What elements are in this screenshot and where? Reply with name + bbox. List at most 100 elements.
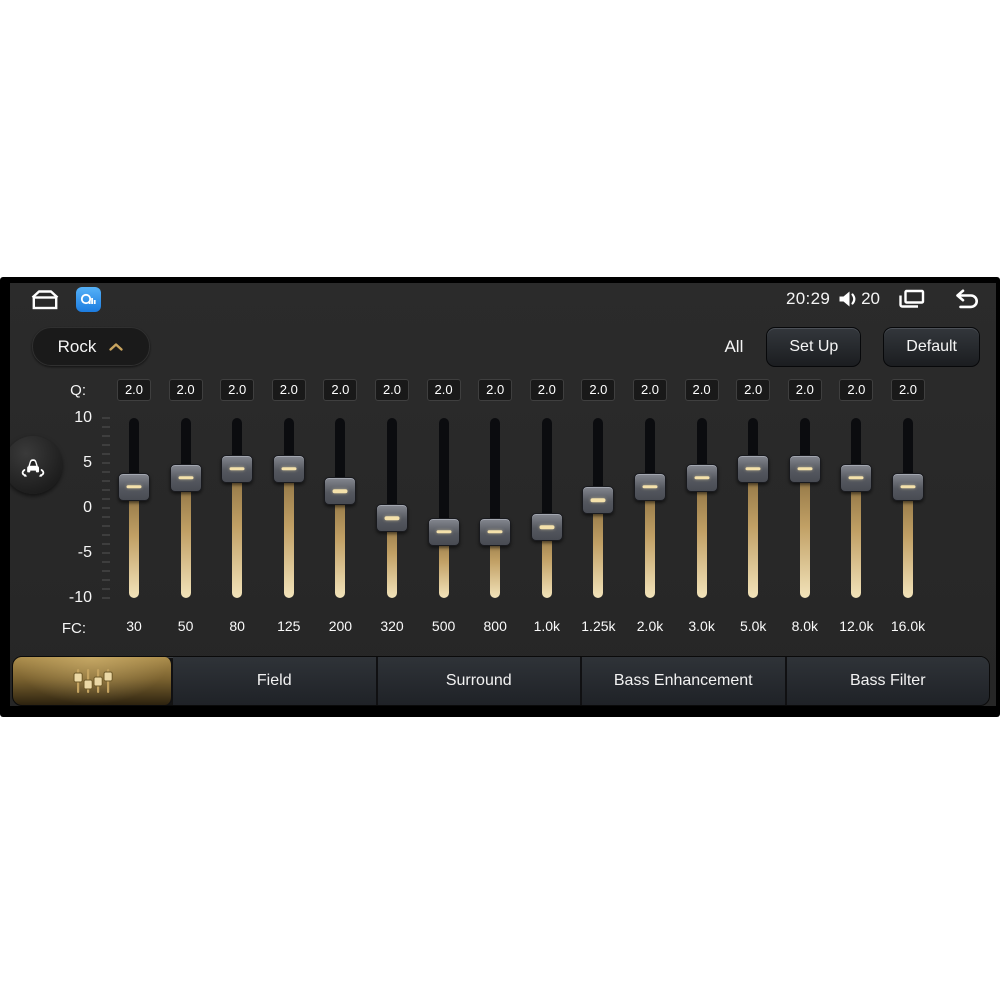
frequency-label: 3.0k <box>688 618 715 634</box>
slider-thumb-line <box>642 484 658 489</box>
eq-gain-slider[interactable] <box>108 418 160 598</box>
slider-thumb[interactable] <box>788 454 821 483</box>
eq-gain-slider[interactable] <box>830 418 882 598</box>
slider-thumb-line <box>126 484 142 489</box>
slider-thumb[interactable] <box>479 517 512 546</box>
slider-track-fill <box>283 467 294 598</box>
eq-gain-slider[interactable] <box>211 418 263 598</box>
q-value[interactable]: 2.0 <box>787 379 822 401</box>
frequency-label: 500 <box>431 618 456 634</box>
eq-gain-slider[interactable] <box>779 418 831 598</box>
slider-thumb-line <box>178 475 194 480</box>
slider-thumb-line <box>436 529 452 534</box>
eq-gain-slider[interactable] <box>521 418 573 598</box>
eq-band: 2.0 800 <box>469 379 521 641</box>
frequency-label: 16.0k <box>890 618 926 634</box>
slider-thumb[interactable] <box>582 486 615 514</box>
eq-gain-slider[interactable] <box>882 418 934 598</box>
slider-thumb[interactable] <box>376 504 408 532</box>
q-value[interactable]: 2.0 <box>168 379 203 401</box>
slider-thumb[interactable] <box>324 477 357 505</box>
eq-gain-slider[interactable] <box>624 418 676 598</box>
eq-band: 2.0 1.25k <box>572 379 624 641</box>
eq-gain-slider[interactable] <box>160 418 212 598</box>
slider-thumb[interactable] <box>272 454 305 483</box>
slider-track-fill <box>645 485 655 598</box>
eq-band: 2.0 5.0k <box>727 379 779 641</box>
q-value[interactable]: 2.0 <box>117 379 151 401</box>
slider-thumb-line <box>539 525 555 529</box>
frequency-label: 1.25k <box>581 618 616 634</box>
q-value[interactable]: 2.0 <box>529 379 564 401</box>
tab-equalizer[interactable] <box>13 657 173 705</box>
tab-field[interactable]: Field <box>173 657 378 705</box>
equalizer-app: 20:29 20 Rock All Set Up Default Q: FC: … <box>10 283 996 706</box>
eq-gain-slider[interactable] <box>469 418 521 598</box>
slider-track-fill <box>748 467 759 598</box>
q-value[interactable]: 2.0 <box>323 379 358 401</box>
eq-band: 2.0 3.0k <box>676 379 728 641</box>
slider-track-fill <box>903 485 913 598</box>
slider-thumb[interactable] <box>892 472 924 501</box>
q-value[interactable]: 2.0 <box>271 379 306 401</box>
slider-thumb[interactable] <box>634 472 666 501</box>
eq-gain-slider[interactable] <box>572 418 624 598</box>
slider-track-fill <box>799 467 810 598</box>
eq-band: 2.0 80 <box>211 379 263 641</box>
slider-thumb-line <box>797 466 813 471</box>
q-value[interactable]: 2.0 <box>736 379 771 401</box>
slider-thumb[interactable] <box>737 454 770 483</box>
eq-band: 2.0 30 <box>108 379 160 641</box>
eq-band: 2.0 200 <box>314 379 366 641</box>
tab-bass-enhancement[interactable]: Bass Enhancement <box>582 657 787 705</box>
q-value[interactable]: 2.0 <box>426 379 461 401</box>
slider-thumb-line <box>332 489 348 493</box>
eq-gain-slider[interactable] <box>263 418 315 598</box>
tab-bass-filter[interactable]: Bass Filter <box>786 657 989 705</box>
eq-gain-slider[interactable] <box>676 418 728 598</box>
slider-thumb[interactable] <box>221 454 254 483</box>
eq-gain-slider[interactable] <box>366 418 418 598</box>
slider-thumb-line <box>384 516 400 520</box>
q-value[interactable]: 2.0 <box>478 379 513 401</box>
frequency-label: 320 <box>380 618 404 634</box>
q-value[interactable]: 2.0 <box>684 379 719 401</box>
eq-gain-slider[interactable] <box>314 418 366 598</box>
slider-thumb-line <box>590 498 606 502</box>
eq-band: 2.0 2.0k <box>624 379 676 641</box>
slider-track-fill <box>180 476 191 598</box>
frequency-label: 200 <box>328 618 353 634</box>
slider-thumb[interactable] <box>169 463 202 492</box>
eq-bands: 2.0 30 2.0 50 2.0 80 2.0 125 2.0 200 2.0… <box>10 283 996 706</box>
slider-thumb[interactable] <box>118 472 150 501</box>
q-value[interactable]: 2.0 <box>633 379 667 401</box>
eq-band: 2.0 50 <box>160 379 212 641</box>
eq-band: 2.0 125 <box>263 379 315 641</box>
slider-thumb[interactable] <box>840 463 873 492</box>
slider-track-fill <box>851 476 862 598</box>
q-value[interactable]: 2.0 <box>891 379 925 401</box>
q-value[interactable]: 2.0 <box>375 379 409 401</box>
tab-surround[interactable]: Surround <box>377 657 582 705</box>
q-value[interactable]: 2.0 <box>581 379 616 401</box>
frequency-label: 2.0k <box>636 618 664 634</box>
eq-gain-slider[interactable] <box>727 418 779 598</box>
q-value[interactable]: 2.0 <box>839 379 874 401</box>
slider-thumb[interactable] <box>427 517 460 546</box>
surround-car-icon <box>15 447 51 483</box>
eq-band: 2.0 320 <box>366 379 418 641</box>
slider-track-fill <box>335 490 346 598</box>
eq-gain-slider[interactable] <box>418 418 470 598</box>
frequency-label: 12.0k <box>839 618 874 634</box>
slider-thumb[interactable] <box>530 513 563 541</box>
slider-thumb-line <box>745 466 761 471</box>
slider-thumb-line <box>229 466 245 471</box>
slider-thumb-line <box>848 475 864 480</box>
slider-track-fill <box>696 476 707 598</box>
slider-thumb-line <box>487 529 503 534</box>
slider-thumb[interactable] <box>685 463 718 492</box>
audio-tab-bar: Field Surround Bass Enhancement Bass Fil… <box>12 656 990 706</box>
q-value[interactable]: 2.0 <box>220 379 255 401</box>
eq-band: 2.0 1.0k <box>521 379 573 641</box>
eq-band: 2.0 8.0k <box>779 379 831 641</box>
